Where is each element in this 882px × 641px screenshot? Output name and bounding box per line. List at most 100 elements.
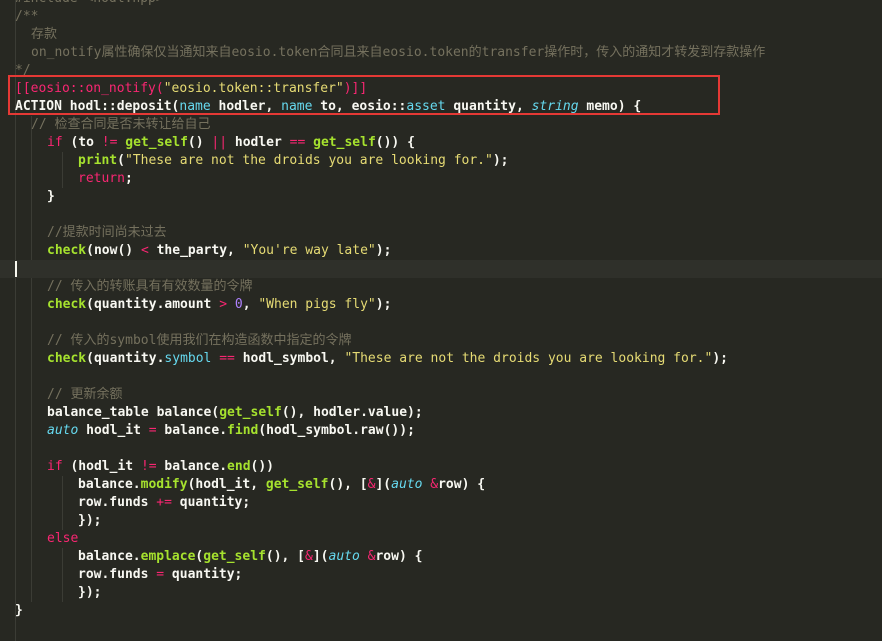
code-line[interactable]: #include <hodl.hpp>	[0, 0, 882, 8]
code-token: &	[430, 477, 439, 492]
code-token: ==	[289, 135, 306, 150]
code-token: hodler,	[210, 99, 282, 114]
code-line[interactable]: check(quantity.symbol == hodl_symbol, "T…	[0, 350, 882, 368]
code-token: get_self	[265, 477, 329, 492]
code-token: (quantity.	[86, 351, 165, 366]
code-token: }	[15, 603, 23, 618]
code-token: the_party,	[148, 243, 243, 258]
code-token: // 检查合同是否未转让给自己	[31, 117, 211, 132]
code-editor[interactable]: #include <hodl.hpp> /** 存款 on_notify属性确保仅当通…	[0, 0, 882, 641]
code-token: check	[47, 243, 87, 258]
code-line[interactable]: ACTION hodl::deposit(name hodler, name t…	[0, 98, 882, 116]
code-line[interactable]: auto hodl_it = balance.find(hodl_symbol.…	[0, 422, 882, 440]
code-token: balance.	[156, 459, 228, 474]
code-line[interactable]: balance.emplace(get_self(), [&](auto &ro…	[0, 548, 882, 566]
code-token: return	[78, 171, 125, 186]
code-token: ](	[312, 549, 329, 564]
code-line[interactable]: });	[0, 584, 882, 602]
code-token: get_self	[219, 405, 282, 420]
code-line[interactable]: }	[0, 602, 882, 620]
code-token: quantity;	[171, 495, 251, 510]
code-token: /**	[15, 9, 39, 24]
code-line[interactable]: /**	[0, 8, 882, 26]
code-line[interactable]: //提款时间尚未过去	[0, 224, 882, 242]
code-token: (), hodler.value);	[281, 405, 423, 420]
code-token: //提款时间尚未过去	[47, 225, 167, 240]
code-token: (hodl_it	[62, 459, 141, 474]
code-token: */	[15, 63, 31, 78]
code-token: row.funds	[78, 567, 157, 582]
code-line[interactable]: balance.modify(hodl_it, get_self(), [&](…	[0, 476, 882, 494]
code-token: =	[156, 567, 165, 582]
code-token: "You're way late"	[242, 243, 376, 258]
code-token: });	[78, 585, 102, 600]
code-token: row) {	[438, 477, 486, 492]
code-line[interactable]: if (to != get_self() || hodler == get_se…	[0, 134, 882, 152]
code-token: ](	[375, 477, 392, 492]
code-token: 存款	[31, 27, 58, 42]
text-cursor	[15, 261, 17, 277]
code-token: // 传入的symbol使用我们在构造函数中指定的令牌	[47, 333, 352, 348]
code-token: >	[219, 297, 228, 312]
code-line[interactable]: });	[0, 512, 882, 530]
code-line[interactable]: // 更新余额	[0, 386, 882, 404]
code-token: }	[47, 189, 55, 204]
code-line[interactable]: else	[0, 530, 882, 548]
code-token: !=	[101, 135, 118, 150]
code-token: "When pigs fly"	[258, 297, 376, 312]
code-line[interactable]: // 传入的symbol使用我们在构造函数中指定的令牌	[0, 332, 882, 350]
code-line[interactable]: // 传入的转账具有有效数量的令牌	[0, 278, 882, 296]
code-token: ||	[211, 135, 228, 150]
code-line[interactable]: */	[0, 62, 882, 80]
code-line[interactable]: on_notify属性确保仅当通知来自eosio.token合同且来自eosio…	[0, 44, 882, 62]
code-token: &	[305, 549, 313, 564]
code-token: end	[227, 459, 251, 474]
code-line[interactable]: balance_table balance(get_self(), hodler…	[0, 404, 882, 422]
code-line[interactable]: row.funds += quantity;	[0, 494, 882, 512]
code-token: balance.	[156, 423, 228, 438]
code-line[interactable]: check(quantity.amount > 0, "When pigs fl…	[0, 296, 882, 314]
code-line[interactable]: check(now() < the_party, "You're way lat…	[0, 242, 882, 260]
code-token: get_self	[203, 549, 266, 564]
code-token: hodl_it	[78, 423, 149, 438]
code-token: row) {	[375, 549, 423, 564]
code-token: ()) {	[375, 135, 415, 150]
code-token: print	[78, 153, 118, 168]
code-token: check	[47, 351, 87, 366]
code-line[interactable]: // 检查合同是否未转让给自己	[0, 116, 882, 134]
code-token: auto	[47, 423, 79, 438]
code-token: else	[47, 531, 79, 546]
code-token: (hodl_symbol.raw());	[258, 423, 415, 438]
code-line[interactable]: return;	[0, 170, 882, 188]
code-token: +=	[156, 495, 172, 510]
code-line[interactable]: print("These are not the droids you are …	[0, 152, 882, 170]
code-token: auto	[391, 477, 423, 492]
code-token: "eosio.token::transfer"	[163, 81, 344, 96]
code-token: memo) {	[578, 99, 642, 114]
code-token: symbol	[164, 351, 212, 366]
code-token: // 更新余额	[47, 387, 123, 402]
code-token: );	[712, 351, 728, 366]
code-line[interactable]: row.funds = quantity;	[0, 566, 882, 584]
code-token: string	[531, 99, 579, 114]
code-token: quantity;	[164, 567, 243, 582]
code-line[interactable]: if (hodl_it != balance.end())	[0, 458, 882, 476]
code-token: name	[281, 99, 313, 114]
code-token: if	[47, 135, 63, 150]
code-token: (), [	[265, 549, 306, 564]
code-token: auto	[328, 549, 360, 564]
current-line[interactable]	[0, 260, 882, 278]
code-token: find	[227, 423, 259, 438]
code-token: to, eosio::	[312, 99, 407, 114]
code-token: quantity,	[445, 99, 532, 114]
code-token: );	[375, 297, 392, 312]
code-line[interactable]: [[eosio::on_notify("eosio.token::transfe…	[0, 80, 882, 98]
code-token: (now()	[86, 243, 141, 258]
code-line[interactable]: 存款	[0, 26, 882, 44]
code-line[interactable]: }	[0, 188, 882, 206]
code-token: modify	[140, 477, 188, 492]
code-token: hodl::deposit(	[69, 99, 180, 114]
code-token: (hodl_it,	[187, 477, 266, 492]
